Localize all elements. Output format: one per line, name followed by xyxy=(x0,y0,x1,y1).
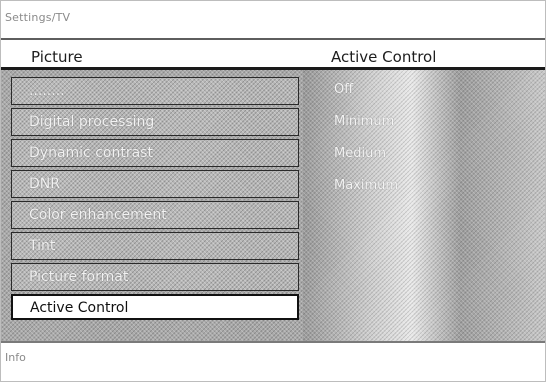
menu-item-label: ........ xyxy=(29,83,65,99)
info-label: Info xyxy=(5,351,26,364)
menu-item-more[interactable]: ........ xyxy=(11,77,299,105)
breadcrumb: Settings/TV xyxy=(5,11,71,24)
menu-item-tint[interactable]: Tint xyxy=(11,232,299,260)
menu-item-dynamic-contrast[interactable]: Dynamic contrast xyxy=(11,139,299,167)
menu-item-color-enhancement[interactable]: Color enhancement xyxy=(11,201,299,229)
option-medium[interactable]: Medium xyxy=(334,146,398,178)
menu-item-label: Color enhancement xyxy=(29,207,167,223)
option-maximum[interactable]: Maximum xyxy=(334,178,398,210)
active-control-options: Off Minimum Medium Maximum xyxy=(334,82,398,210)
menu-item-dnr[interactable]: DNR xyxy=(11,170,299,198)
option-off[interactable]: Off xyxy=(334,82,398,114)
right-column-title: Active Control xyxy=(331,48,437,66)
menu-item-label: Tint xyxy=(29,238,56,254)
header-divider xyxy=(1,38,545,40)
menu-item-digital-processing[interactable]: Digital processing xyxy=(11,108,299,136)
menu-item-label: Dynamic contrast xyxy=(29,145,153,161)
menu-item-picture-format[interactable]: Picture format xyxy=(11,263,299,291)
menu-item-label: Digital processing xyxy=(29,114,155,130)
tv-menu-frame: Settings/TV Picture Active Control .....… xyxy=(0,0,546,382)
footer-divider xyxy=(1,341,545,343)
option-minimum[interactable]: Minimum xyxy=(334,114,398,146)
left-column-title: Picture xyxy=(31,48,83,66)
picture-menu: ........ Digital processing Dynamic cont… xyxy=(11,77,299,323)
menu-item-label: Active Control xyxy=(30,300,129,316)
menu-item-label: DNR xyxy=(29,176,60,192)
menu-item-active-control[interactable]: Active Control xyxy=(11,294,299,320)
menu-item-label: Picture format xyxy=(29,269,129,285)
